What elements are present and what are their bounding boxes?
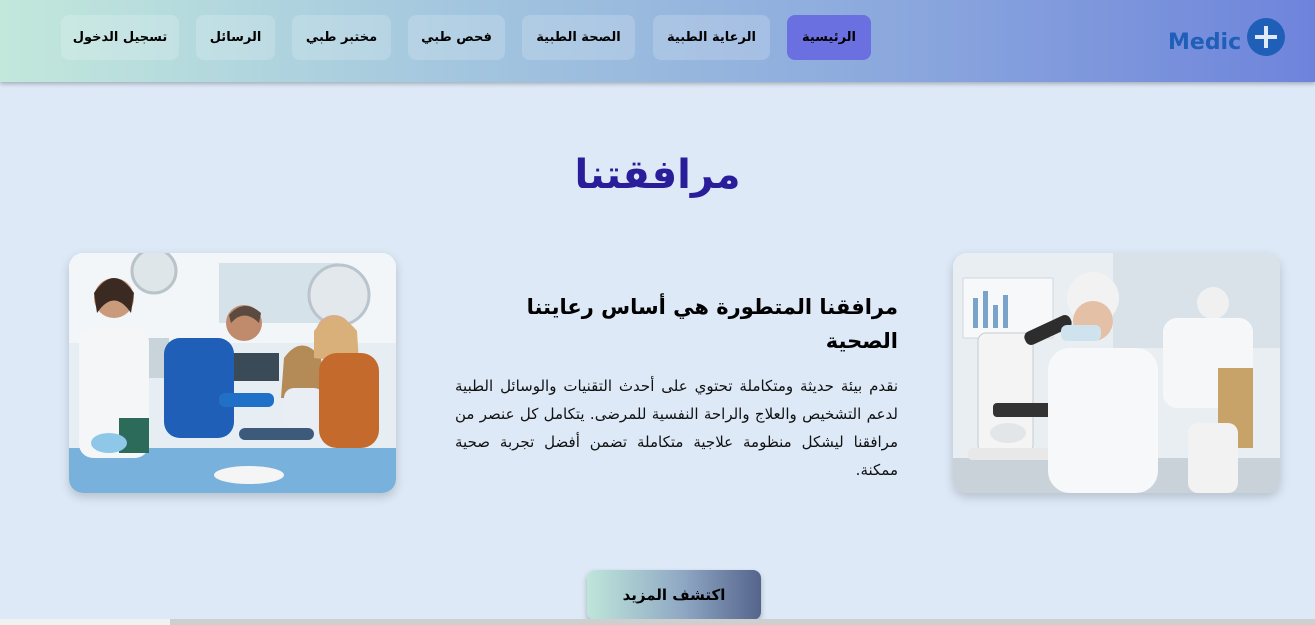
logo-text: Medic: [1168, 29, 1242, 55]
nav-home[interactable]: الرئيسية: [787, 15, 871, 60]
clinic-photo: [69, 253, 396, 493]
horizontal-scrollbar[interactable]: [0, 619, 1315, 625]
nav-medical-lab[interactable]: مختبر طبي: [292, 15, 391, 60]
logo[interactable]: Medic: [1168, 17, 1286, 57]
nav-login[interactable]: تسجيل الدخول: [61, 15, 179, 60]
nav-medical-care[interactable]: الرعاية الطبية: [653, 15, 770, 60]
discover-more-button[interactable]: اكتشف المزيد: [587, 570, 761, 620]
top-navbar: الرئيسية الرعاية الطبية الصحة الطبية فحص…: [0, 0, 1315, 82]
nav-medical-checkup[interactable]: فحص طبي: [408, 15, 505, 60]
nav-messages[interactable]: الرسائل: [196, 15, 275, 60]
nav-medical-health[interactable]: الصحة الطبية: [522, 15, 635, 60]
plus-circle-icon: [1247, 18, 1286, 56]
facilities-text-block: مرافقنا المتطورة هي أساس رعايتنا الصحية …: [455, 290, 898, 484]
scrollbar-thumb[interactable]: [0, 619, 170, 625]
facilities-heading: مرافقنا المتطورة هي أساس رعايتنا الصحية: [526, 295, 898, 353]
lab-photo: [953, 253, 1280, 493]
clinic-scene-image: [69, 253, 396, 493]
section-title: مرافقتنا: [574, 152, 741, 198]
facilities-description: نقدم بيئة حديثة ومتكاملة تحتوي على أحدث …: [455, 377, 898, 479]
lab-scene-image: [953, 253, 1280, 493]
